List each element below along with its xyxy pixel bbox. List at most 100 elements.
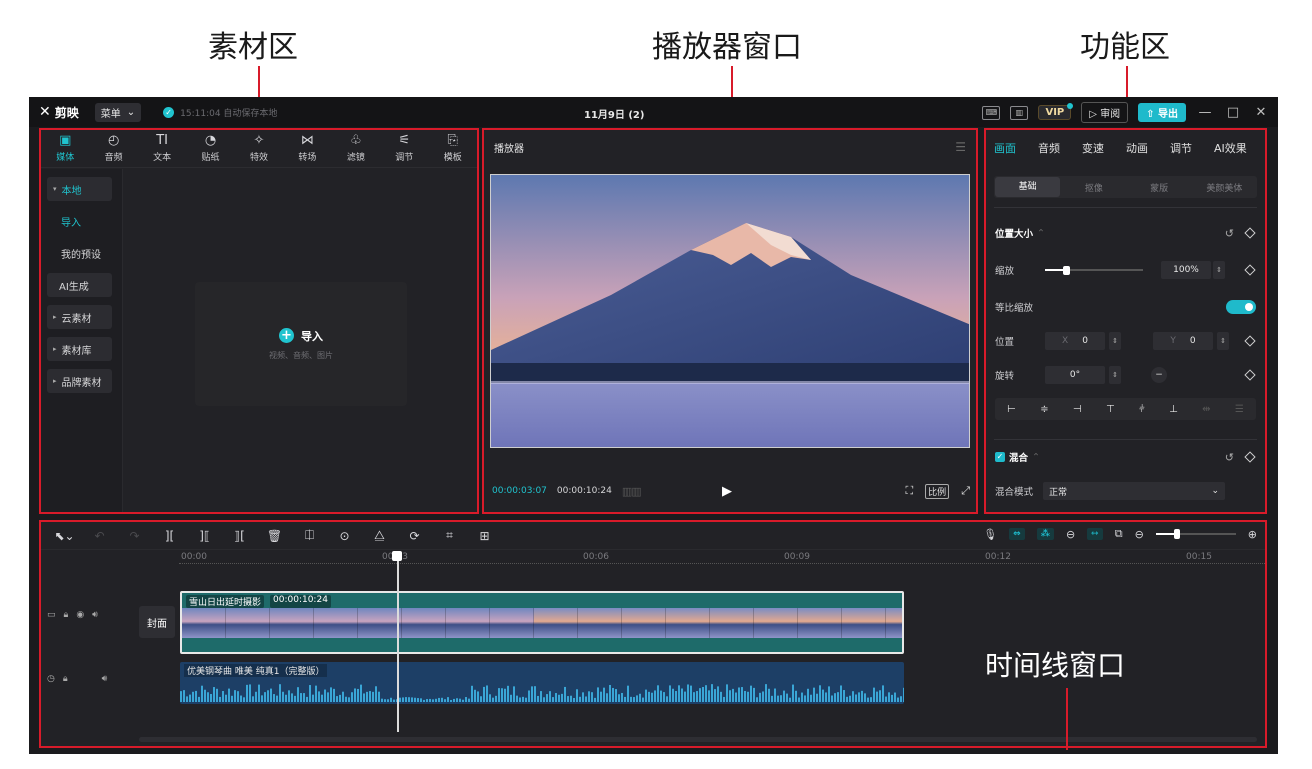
audio-clip[interactable]: 优美钢琴曲 唯美 纯真1（完整版） <box>180 662 904 704</box>
undo-icon[interactable]: ↶ <box>82 529 117 543</box>
position-x-stepper-icon[interactable]: ⇕ <box>1109 332 1121 350</box>
align-left-icon[interactable]: ⊢ <box>1007 404 1016 415</box>
tab-effects[interactable]: ✧ 特效 <box>235 130 283 167</box>
reset-icon[interactable]: ↺ <box>1225 227 1234 240</box>
magnet-snap-icon[interactable]: ⇔ <box>1009 528 1025 540</box>
keyframe-diamond-icon[interactable] <box>1244 369 1256 381</box>
ai-image-icon[interactable]: ⊞ <box>467 529 502 543</box>
keyframe-diamond-icon[interactable] <box>1244 227 1256 239</box>
sidebar-item-library[interactable]: ▸ 素材库 <box>47 337 112 361</box>
blend-mode-select[interactable]: 正常 ⌄ <box>1043 482 1225 500</box>
properties-sub-tab[interactable]: 蒙版 <box>1127 181 1192 194</box>
distribute-h-icon[interactable]: ⇹ <box>1202 404 1210 415</box>
tab-audio[interactable]: ◴ 音频 <box>89 130 137 167</box>
properties-tab[interactable]: 调节 <box>1170 140 1214 156</box>
auto-link-icon[interactable]: ⁂ <box>1036 528 1054 540</box>
timeline-ruler[interactable]: 00:0000:0300:0600:0900:1200:15 <box>179 551 1265 571</box>
properties-sub-tab[interactable]: 抠像 <box>1061 181 1126 194</box>
sidebar-item-my-presets[interactable]: 我的预设 <box>47 241 112 265</box>
tab-media[interactable]: ▣ 媒体 <box>41 130 89 167</box>
zoom-in-icon[interactable]: ⊕ <box>1248 528 1257 541</box>
rotate-icon[interactable]: ⟳ <box>397 529 432 543</box>
hamburger-menu-icon[interactable]: ☰ <box>955 140 966 154</box>
properties-sub-tab[interactable]: 基础 <box>995 177 1061 197</box>
sidebar-item-ai-generate[interactable]: AI生成 <box>47 273 112 297</box>
uniform-scale-toggle[interactable] <box>1226 300 1256 314</box>
distribute-v-icon[interactable]: ☰ <box>1235 404 1244 415</box>
menu-button[interactable]: 菜单 ⌄ <box>94 102 142 122</box>
minimize-icon[interactable]: — <box>1196 105 1214 120</box>
align-top-icon[interactable]: ⊤ <box>1106 404 1115 415</box>
align-right-icon[interactable]: ⊣ <box>1073 404 1082 415</box>
select-cursor-icon[interactable]: ⬉⌄ <box>47 529 82 543</box>
expand-icon[interactable]: ⌃ <box>1032 452 1040 463</box>
properties-tab[interactable]: 画面 <box>994 140 1038 156</box>
sidebar-item-import[interactable]: 导入 <box>47 209 112 233</box>
lock-icon[interactable]: 🔒︎ <box>63 674 68 684</box>
review-button[interactable]: ▷ 审阅 <box>1081 102 1129 123</box>
video-clip[interactable]: 雪山日出延时摄影 00:00:10:24 <box>180 591 904 654</box>
speaker-icon[interactable]: 🔊︎ <box>102 674 108 684</box>
lock-icon[interactable]: 🔒︎ <box>64 610 69 620</box>
scale-input[interactable]: 100% <box>1161 261 1211 279</box>
preview-axis-icon[interactable]: ⇿ <box>1087 528 1103 540</box>
scale-slider-handle[interactable] <box>1062 265 1070 275</box>
play-icon[interactable]: ▶ <box>722 484 732 499</box>
split-left-icon[interactable]: ]⟦ <box>187 529 222 543</box>
properties-tab[interactable]: 音频 <box>1038 140 1082 156</box>
tab-adjust[interactable]: ⚟ 调节 <box>380 130 428 167</box>
sidebar-item-local[interactable]: ▾ 本地 <box>47 177 112 201</box>
align-center-v-icon[interactable]: ⫩ <box>1139 404 1145 415</box>
horizontal-scrollbar[interactable] <box>139 737 1257 742</box>
properties-tab[interactable]: 变速 <box>1082 140 1126 156</box>
import-dropzone[interactable]: + 导入 视频、音频、图片 <box>195 282 407 406</box>
fit-timeline-icon[interactable]: ⧉ <box>1115 527 1123 541</box>
microphone-icon[interactable]: 🎙 <box>983 528 997 541</box>
cover-button[interactable]: 封面 <box>139 606 175 638</box>
tab-transition[interactable]: ⋈ 转场 <box>283 130 331 167</box>
position-y-input[interactable]: Y0 <box>1153 332 1213 350</box>
link-icon[interactable]: ⊖ <box>1066 528 1075 541</box>
mirror-icon[interactable]: ⧋ <box>362 528 397 543</box>
properties-tab[interactable]: AI效果 <box>1214 140 1258 156</box>
sidebar-item-brand[interactable]: ▸ 品牌素材 <box>47 369 112 393</box>
timecode-format-icon[interactable]: ▥▥ <box>622 485 642 498</box>
close-icon[interactable]: ✕ <box>1252 105 1270 120</box>
keyframe-diamond-icon[interactable] <box>1244 451 1256 463</box>
position-x-input[interactable]: X0 <box>1045 332 1105 350</box>
maximize-icon[interactable]: □ <box>1224 105 1242 120</box>
position-y-stepper-icon[interactable]: ⇕ <box>1217 332 1229 350</box>
keyboard-icon[interactable]: ⌨ <box>982 105 1001 120</box>
zoom-out-icon[interactable]: ⊖ <box>1135 528 1144 541</box>
sidebar-item-cloud[interactable]: ▸ 云素材 <box>47 305 112 329</box>
zoom-slider-handle[interactable] <box>1173 529 1180 539</box>
tab-filter[interactable]: ♧ 滤镜 <box>332 130 380 167</box>
reverse-icon[interactable]: ⊙ <box>327 529 362 543</box>
properties-tab[interactable]: 动画 <box>1126 140 1170 156</box>
keyframe-diamond-icon[interactable] <box>1244 264 1256 276</box>
tab-sticker[interactable]: ◔ 贴纸 <box>186 130 234 167</box>
reset-icon[interactable]: ↺ <box>1225 451 1234 464</box>
crop-icon[interactable]: ⌗ <box>432 528 467 543</box>
video-preview[interactable] <box>490 174 970 448</box>
properties-sub-tab[interactable]: 美颜美体 <box>1192 181 1257 194</box>
layout-icon[interactable]: ▥ <box>1010 105 1029 120</box>
keyframe-diamond-icon[interactable] <box>1244 335 1256 347</box>
fullscreen-icon[interactable]: ⤢ <box>961 484 970 498</box>
split-icon[interactable]: ][ <box>152 529 187 543</box>
split-right-icon[interactable]: ⟧[ <box>222 529 257 543</box>
checkbox-checked-icon[interactable]: ✓ <box>995 452 1005 462</box>
freeze-frame-icon[interactable]: ⎅ <box>292 528 327 543</box>
rotation-stepper-icon[interactable]: ⇕ <box>1109 366 1121 384</box>
scale-stepper-icon[interactable]: ⇕ <box>1213 261 1225 279</box>
zoom-fit-icon[interactable]: ⛶ <box>905 484 913 498</box>
playhead-handle[interactable] <box>392 551 402 561</box>
tab-text[interactable]: TI 文本 <box>138 130 186 167</box>
align-bottom-icon[interactable]: ⊥ <box>1169 404 1178 415</box>
delete-icon[interactable]: 🗑 <box>257 529 292 543</box>
timeline-zoom-slider[interactable] <box>1155 529 1236 539</box>
speaker-icon[interactable]: 🔊︎ <box>92 610 98 620</box>
align-center-h-icon[interactable]: ≑ <box>1040 404 1048 415</box>
playhead[interactable] <box>397 552 399 732</box>
export-button[interactable]: ⇧ 导出 <box>1138 103 1186 122</box>
